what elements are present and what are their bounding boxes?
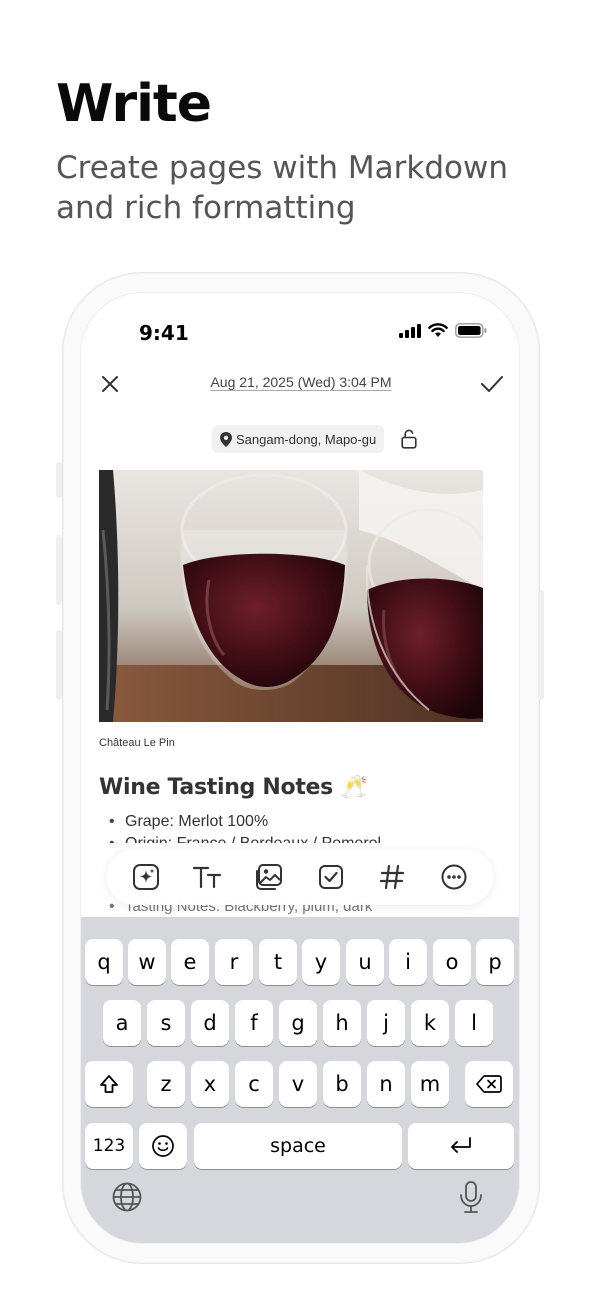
- key-o[interactable]: o: [433, 939, 471, 985]
- key-q[interactable]: q: [85, 939, 123, 985]
- ai-assist-button[interactable]: [126, 857, 166, 897]
- battery-icon: [455, 323, 487, 338]
- list-item: Origin: France / Bordeaux / Pomerol: [109, 833, 509, 843]
- wine-glasses-image: [99, 470, 483, 722]
- key-b[interactable]: b: [323, 1061, 361, 1107]
- key-y[interactable]: y: [302, 939, 340, 985]
- key-w[interactable]: w: [128, 939, 166, 985]
- lock-button[interactable]: [398, 428, 420, 450]
- key-x[interactable]: x: [191, 1061, 229, 1107]
- hashtag-icon: [380, 864, 405, 890]
- key-j[interactable]: j: [367, 1000, 405, 1046]
- note-bullet-list[interactable]: Grape: Merlot 100% Origin: France / Bord…: [109, 811, 509, 843]
- key-g[interactable]: g: [279, 1000, 317, 1046]
- done-button[interactable]: [475, 367, 509, 401]
- key-l[interactable]: l: [455, 1000, 493, 1046]
- text-size-icon: [193, 866, 222, 889]
- dictation-button[interactable]: [451, 1177, 491, 1217]
- key-t[interactable]: t: [259, 939, 297, 985]
- key-c[interactable]: c: [235, 1061, 273, 1107]
- key-s[interactable]: s: [147, 1000, 185, 1046]
- more-options-button[interactable]: [434, 857, 474, 897]
- status-icons: [399, 323, 487, 338]
- wine-glasses-photo[interactable]: [99, 470, 483, 722]
- space-key[interactable]: space: [194, 1123, 402, 1169]
- shift-key[interactable]: [85, 1061, 133, 1107]
- delete-key[interactable]: [465, 1061, 513, 1107]
- microphone-icon: [460, 1181, 482, 1213]
- return-icon: [451, 1137, 471, 1153]
- key-f[interactable]: f: [235, 1000, 273, 1046]
- key-p[interactable]: p: [476, 939, 514, 985]
- sparkle-icon: [132, 864, 159, 890]
- shift-icon: [100, 1075, 118, 1093]
- note-title[interactable]: Wine Tasting Notes 🥂: [99, 775, 368, 800]
- key-r[interactable]: r: [215, 939, 253, 985]
- phone-side-button: [56, 535, 62, 605]
- location-chip[interactable]: Sangam-dong, Mapo-gu: [212, 425, 385, 453]
- status-time: 9:41: [139, 321, 189, 345]
- backspace-icon: [476, 1075, 502, 1093]
- wifi-icon: [428, 323, 448, 337]
- key-v[interactable]: v: [279, 1061, 317, 1107]
- key-z[interactable]: z: [147, 1061, 185, 1107]
- onscreen-keyboard: q w e r t y u i o p a s d f g h j k l z …: [81, 917, 519, 1243]
- key-u[interactable]: u: [346, 939, 384, 985]
- emoji-key[interactable]: [139, 1123, 187, 1169]
- checkmark-icon: [481, 376, 503, 392]
- editor-top-bar: Aug 21, 2025 (Wed) 3:04 PM: [81, 365, 519, 405]
- formatting-toolbar: [107, 849, 493, 905]
- key-m[interactable]: m: [411, 1061, 449, 1107]
- phone-side-button: [56, 630, 62, 700]
- insert-image-button[interactable]: [249, 857, 289, 897]
- unlock-icon: [401, 429, 417, 449]
- key-d[interactable]: d: [191, 1000, 229, 1046]
- numbers-key[interactable]: 123: [85, 1123, 133, 1169]
- location-label: Sangam-dong, Mapo-gu: [236, 431, 377, 447]
- key-k[interactable]: k: [411, 1000, 449, 1046]
- list-item: Grape: Merlot 100%: [109, 811, 509, 833]
- phone-side-button: [538, 590, 544, 700]
- photo-caption: Château Le Pin: [99, 737, 175, 749]
- signal-icon: [399, 323, 421, 338]
- key-n[interactable]: n: [367, 1061, 405, 1107]
- return-key[interactable]: [408, 1123, 514, 1169]
- key-e[interactable]: e: [171, 939, 209, 985]
- phone-side-button: [56, 462, 62, 498]
- keyboard-switch-button[interactable]: [107, 1177, 147, 1217]
- image-icon: [256, 864, 283, 890]
- location-pin-icon: [220, 431, 232, 447]
- text-style-button[interactable]: [187, 857, 227, 897]
- checklist-button[interactable]: [311, 857, 351, 897]
- emoji-icon: [152, 1135, 174, 1157]
- key-a[interactable]: a: [103, 1000, 141, 1046]
- checkbox-icon: [318, 865, 343, 889]
- key-h[interactable]: h: [323, 1000, 361, 1046]
- entry-date[interactable]: Aug 21, 2025 (Wed) 3:04 PM: [81, 374, 519, 390]
- more-icon: [441, 864, 467, 890]
- globe-icon: [112, 1182, 142, 1212]
- key-i[interactable]: i: [389, 939, 427, 985]
- page-headline: Write: [56, 74, 212, 134]
- page-subheadline: Create pages with Markdown and rich form…: [56, 150, 508, 226]
- tag-button[interactable]: [372, 857, 412, 897]
- phone-screen: 9:41 Aug 21, 2025 (Wed) 3:04 PM Sangam-d…: [80, 292, 520, 1244]
